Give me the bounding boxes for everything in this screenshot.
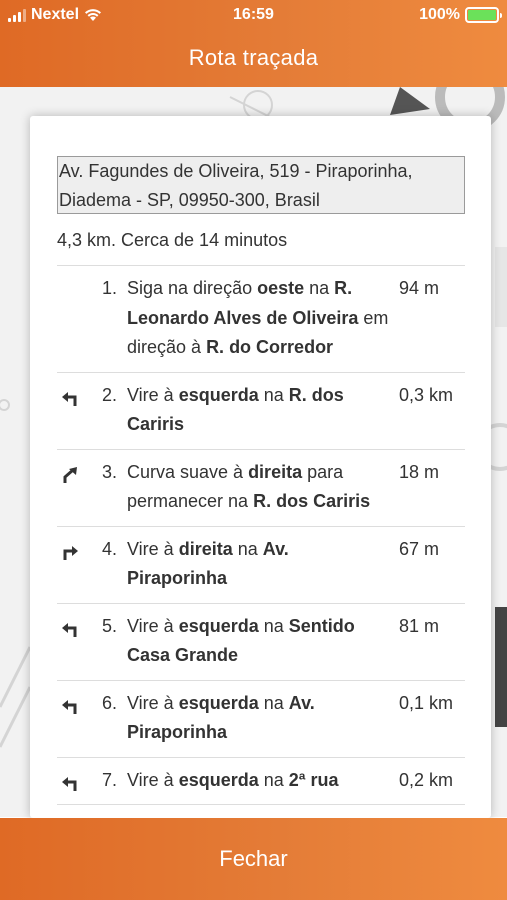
turn-left-icon [61, 612, 81, 641]
battery-icon [465, 7, 502, 23]
step-instruction: Vire à esquerda na R. dos Cariris [127, 381, 389, 440]
step-distance: 94 m [399, 278, 440, 298]
instruction-text: na [258, 769, 289, 790]
directions-list: 1. Siga na direção oeste na R. Leonardo A… [57, 265, 465, 805]
direction-step: 6. Vire à esquerda na Av. Piraporinha 0,1 … [57, 681, 465, 758]
footer-bar: Fechar [0, 818, 507, 900]
header-bar: Nextel 16:59 100% Rota traçada [0, 0, 507, 87]
step-instruction: Vire à direita na Av. Piraporinha [127, 535, 389, 594]
step-instruction: Vire à esquerda na 2ª rua [127, 766, 389, 796]
instruction-text: Siga na direção [127, 278, 258, 298]
step-number: 5. [101, 615, 117, 636]
instruction-emphasis: direita [248, 461, 303, 482]
turn-right-icon [61, 535, 81, 564]
instruction-emphasis: direita [178, 538, 233, 559]
instruction-emphasis: esquerda [178, 769, 259, 790]
step-distance: 81 m [399, 615, 440, 636]
page-title: Rota traçada [188, 45, 319, 70]
instruction-emphasis: R. dos Cariris [253, 491, 371, 511]
instruction-text: na [258, 384, 289, 405]
instruction-text: na [232, 538, 263, 559]
step-distance: 67 m [399, 538, 440, 559]
turn-left-icon [61, 381, 81, 410]
step-number: 2. [101, 384, 117, 405]
instruction-text: Vire à [127, 384, 179, 405]
status-bar: Nextel 16:59 100% [0, 0, 507, 30]
direction-step: 1. Siga na direção oeste na R. Leonardo A… [57, 266, 465, 373]
instruction-text: na [258, 615, 289, 636]
instruction-emphasis: esquerda [178, 692, 259, 713]
step-number: 1. [101, 278, 117, 298]
step-instruction: Curva suave à direita para permanecer na… [127, 458, 389, 517]
instruction-text: Vire à [127, 615, 179, 636]
step-number: 6. [101, 692, 117, 713]
step-number: 7. [101, 769, 117, 790]
battery-percent: 100% [419, 6, 460, 23]
instruction-emphasis: oeste [257, 278, 305, 298]
step-distance: 0,1 km [399, 692, 454, 713]
step-number: 4. [101, 538, 117, 559]
instruction-emphasis: esquerda [178, 384, 259, 405]
instruction-text: Vire à [127, 769, 179, 790]
direction-step: 3. Curva suave à direita para permanecer … [57, 450, 465, 527]
step-instruction: Vire à esquerda na Av. Piraporinha [127, 689, 389, 748]
turn-left-icon [61, 689, 81, 718]
route-summary: 4,3 km. Cerca de 14 minutos [57, 230, 288, 250]
direction-step: 2. Vire à esquerda na R. dos Cariris 0,3 k… [57, 373, 465, 450]
step-instruction: Siga na direção oeste na R. Leonardo Alv… [127, 274, 389, 363]
instruction-text: Curva suave à [127, 461, 249, 482]
instruction-text: Vire à [127, 538, 179, 559]
close-button[interactable]: Fechar [0, 846, 507, 872]
direction-step: 5. Vire à esquerda na Sentido Casa Grande… [57, 604, 465, 681]
step-distance: 0,2 km [399, 769, 454, 790]
turn-left-icon [61, 766, 81, 795]
route-panel: Av. Fagundes de Oliveira, 519 - Pirapori… [30, 116, 491, 818]
instruction-emphasis: R. do Corredor [206, 337, 334, 357]
direction-step: 7. Vire à esquerda na 2ª rua 0,2 km [57, 758, 465, 805]
instruction-emphasis: 2ª rua [288, 769, 339, 790]
direction-step: 4. Vire à direita na Av. Piraporinha 67 m [57, 527, 465, 604]
destination-address: Av. Fagundes de Oliveira, 519 - Pirapori… [57, 156, 465, 214]
step-distance: 18 m [399, 461, 440, 482]
instruction-text: Vire à [127, 692, 179, 713]
step-number: 3. [101, 461, 117, 482]
step-instruction: Vire à esquerda na Sentido Casa Grande [127, 612, 389, 671]
step-distance: 0,3 km [399, 384, 454, 405]
slight-right-icon [61, 458, 81, 487]
instruction-emphasis: esquerda [178, 615, 259, 636]
instruction-text: na [304, 278, 335, 298]
instruction-text: na [258, 692, 289, 713]
